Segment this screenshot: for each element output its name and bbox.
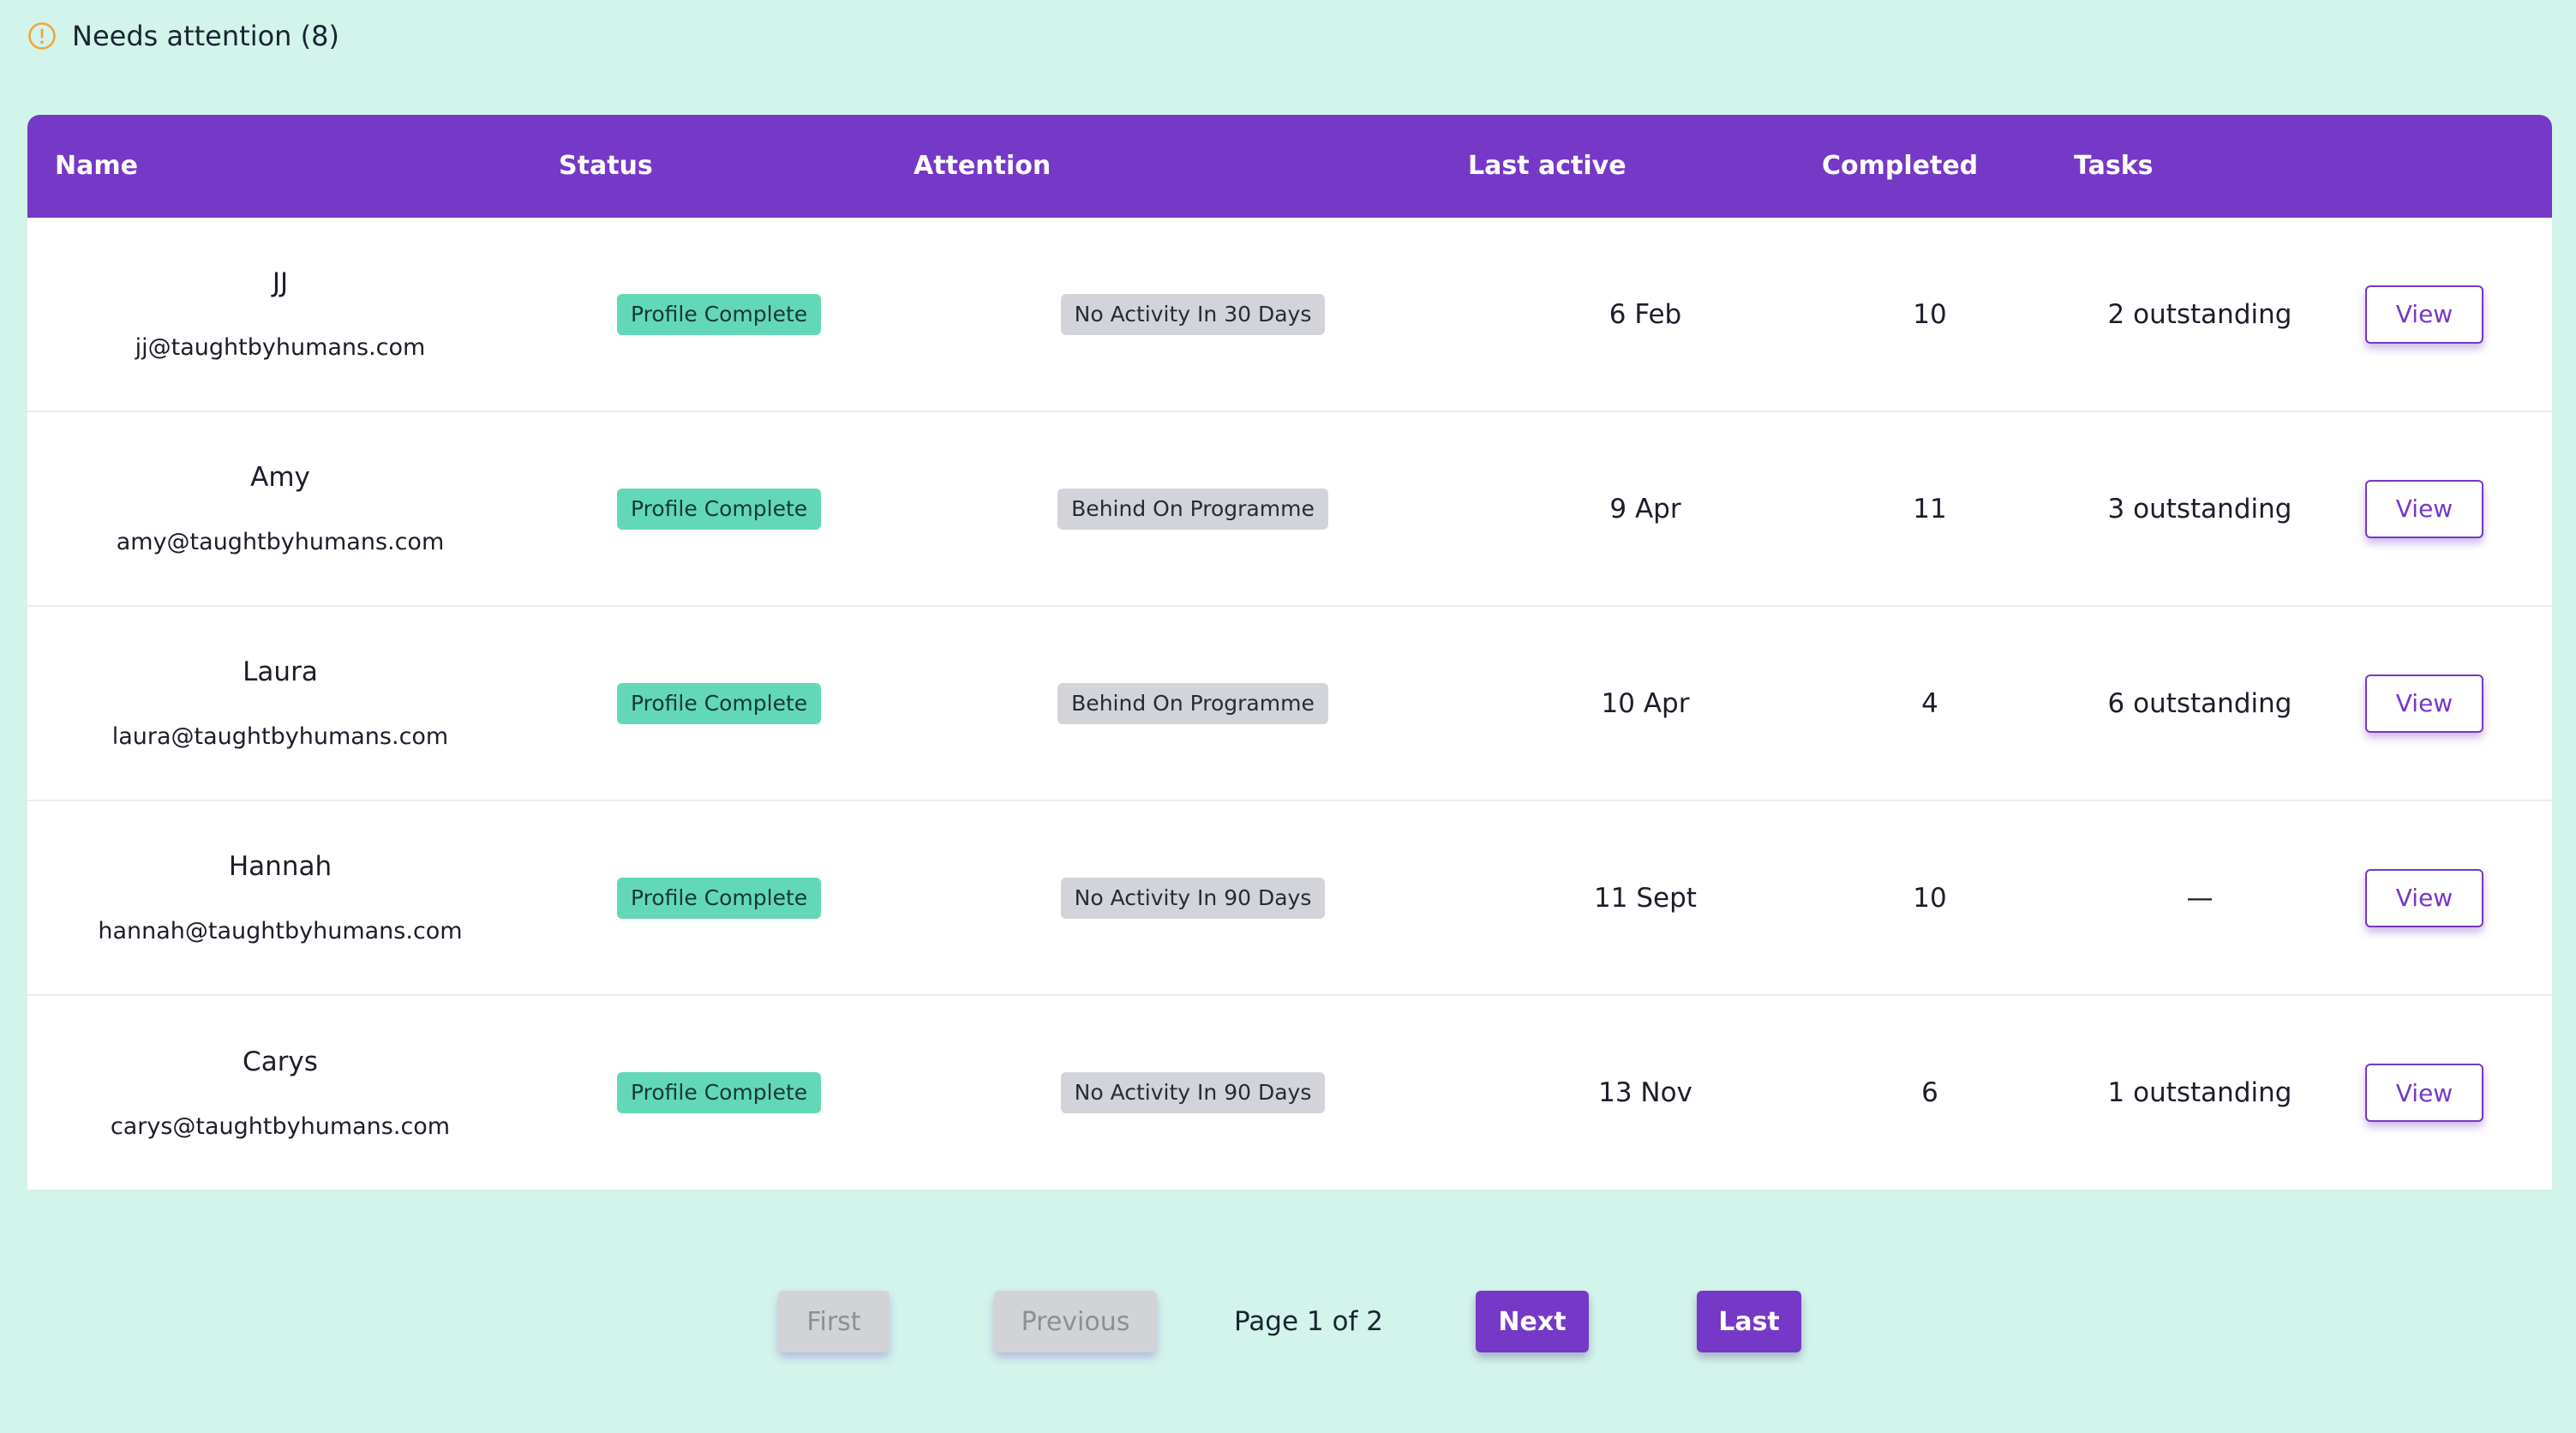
- column-header-status: Status: [559, 151, 653, 181]
- table-row: Laura laura@taughtbyhumans.com Profile Com…: [27, 607, 2552, 801]
- user-name: Carys: [243, 1046, 318, 1077]
- attention-cell: Behind On Programme: [1013, 412, 1373, 605]
- tasks-cell: —: [2186, 882, 2214, 914]
- section-title: Needs attention (8): [72, 20, 339, 52]
- attention-cell: Behind On Programme: [1013, 607, 1373, 800]
- completed-cell: 11: [1913, 493, 1947, 525]
- completed-cell: 10: [1913, 298, 1947, 330]
- section-header: Needs attention (8): [27, 15, 339, 57]
- action-cell: View: [2365, 801, 2483, 994]
- completed-cell: 10: [1913, 882, 1947, 914]
- attention-cell: No Activity In 90 Days: [1013, 996, 1373, 1190]
- next-page-button[interactable]: Next: [1476, 1291, 1589, 1352]
- page-indicator: Page 1 of 2: [1234, 1306, 1383, 1337]
- action-cell: View: [2365, 218, 2483, 411]
- status-badge: Profile Complete: [617, 293, 822, 335]
- action-cell: View: [2365, 996, 2483, 1190]
- attention-badge: No Activity In 30 Days: [1060, 293, 1326, 335]
- attention-cell: No Activity In 30 Days: [1013, 218, 1373, 411]
- last-active-cell: 10 Apr: [1601, 687, 1690, 719]
- status-cell: Profile Complete: [617, 801, 822, 994]
- table-row: Carys carys@taughtbyhumans.com Profile Com…: [27, 996, 2552, 1190]
- name-cell: JJ jj@taughtbyhumans.com: [27, 218, 533, 411]
- column-header-last-active: Last active: [1468, 151, 1626, 181]
- status-badge: Profile Complete: [617, 682, 822, 724]
- user-name: Laura: [243, 657, 318, 687]
- status-cell: Profile Complete: [617, 607, 822, 800]
- users-table: Name Status Attention Last active Comple…: [27, 115, 2552, 1190]
- tasks-cell: 1 outstanding: [2107, 1077, 2292, 1108]
- view-button[interactable]: View: [2365, 868, 2483, 927]
- attention-cell: No Activity In 90 Days: [1013, 801, 1373, 994]
- user-email: carys@taughtbyhumans.com: [110, 1112, 451, 1140]
- user-email: hannah@taughtbyhumans.com: [98, 918, 463, 944]
- last-active-cell: 6 Feb: [1609, 298, 1682, 330]
- name-cell: Laura laura@taughtbyhumans.com: [27, 607, 533, 800]
- status-cell: Profile Complete: [617, 412, 822, 605]
- column-header-name: Name: [55, 151, 138, 181]
- status-badge: Profile Complete: [617, 488, 822, 530]
- last-page-button[interactable]: Last: [1697, 1291, 1801, 1352]
- table-header: Name Status Attention Last active Comple…: [27, 115, 2552, 218]
- user-name: Hannah: [228, 851, 332, 882]
- action-cell: View: [2365, 607, 2483, 800]
- status-badge: Profile Complete: [617, 877, 822, 919]
- tasks-cell: 3 outstanding: [2107, 493, 2292, 525]
- column-header-tasks: Tasks: [2074, 151, 2154, 181]
- user-name: JJ: [272, 267, 289, 298]
- user-email: jj@taughtbyhumans.com: [135, 334, 426, 361]
- warning-circle-icon: [28, 22, 56, 50]
- view-button[interactable]: View: [2365, 674, 2483, 733]
- action-cell: View: [2365, 412, 2483, 605]
- status-badge: Profile Complete: [617, 1072, 822, 1113]
- table-row: JJ jj@taughtbyhumans.com Profile Complete N…: [27, 218, 2552, 412]
- column-header-attention: Attention: [914, 151, 1051, 181]
- user-email: amy@taughtbyhumans.com: [116, 529, 445, 555]
- tasks-cell: 6 outstanding: [2107, 687, 2292, 719]
- user-email: laura@taughtbyhumans.com: [111, 723, 449, 750]
- last-active-cell: 13 Nov: [1598, 1077, 1692, 1108]
- pagination: First Previous Page 1 of 2 Next Last: [0, 1291, 2576, 1352]
- first-page-button[interactable]: First: [778, 1291, 890, 1352]
- name-cell: Amy amy@taughtbyhumans.com: [27, 412, 533, 605]
- attention-badge: No Activity In 90 Days: [1060, 877, 1326, 919]
- view-button[interactable]: View: [2365, 1064, 2483, 1122]
- table-body: JJ jj@taughtbyhumans.com Profile Complete N…: [27, 218, 2552, 1190]
- name-cell: Hannah hannah@taughtbyhumans.com: [27, 801, 533, 994]
- attention-badge: No Activity In 90 Days: [1060, 1072, 1326, 1113]
- completed-cell: 4: [1921, 687, 1938, 719]
- table-row: Hannah hannah@taughtbyhumans.com Profile C…: [27, 801, 2552, 996]
- previous-page-button[interactable]: Previous: [994, 1291, 1157, 1352]
- user-name: Amy: [250, 462, 310, 493]
- name-cell: Carys carys@taughtbyhumans.com: [27, 996, 533, 1190]
- view-button[interactable]: View: [2365, 479, 2483, 538]
- view-button[interactable]: View: [2365, 285, 2483, 344]
- tasks-cell: 2 outstanding: [2107, 298, 2292, 330]
- attention-badge: Behind On Programme: [1057, 488, 1328, 530]
- last-active-cell: 9 Apr: [1609, 493, 1681, 525]
- last-active-cell: 11 Sept: [1594, 882, 1697, 914]
- table-row: Amy amy@taughtbyhumans.com Profile Complet…: [27, 412, 2552, 607]
- attention-badge: Behind On Programme: [1057, 682, 1328, 724]
- status-cell: Profile Complete: [617, 996, 822, 1190]
- column-header-completed: Completed: [1822, 151, 1979, 181]
- completed-cell: 6: [1921, 1077, 1938, 1108]
- status-cell: Profile Complete: [617, 218, 822, 411]
